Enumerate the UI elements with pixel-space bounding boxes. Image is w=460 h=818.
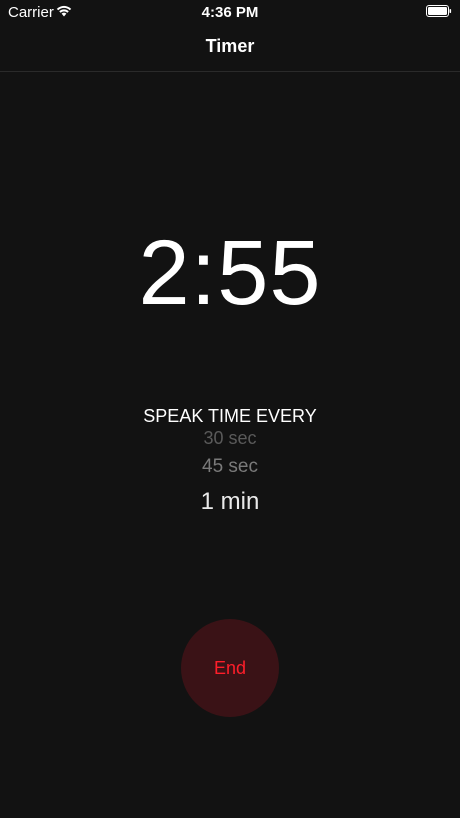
battery-icon — [426, 5, 452, 17]
page-title: Timer — [205, 36, 255, 56]
status-bar: Carrier 4:36 PM — [0, 0, 460, 24]
picker-option[interactable]: 30 sec — [0, 428, 460, 449]
picker-option[interactable]: 45 sec — [0, 456, 460, 478]
speak-interval-picker[interactable]: 30 sec 45 sec 1 min — [0, 424, 460, 534]
picker-option-selected[interactable]: 1 min — [0, 488, 460, 516]
end-button[interactable]: End — [181, 619, 279, 717]
speak-time-label: SPEAK TIME EVERY — [143, 406, 317, 426]
status-time: 4:36 PM — [201, 4, 259, 21]
navigation-bar: Timer — [0, 24, 460, 72]
timer-display: 2:55 — [138, 222, 322, 324]
